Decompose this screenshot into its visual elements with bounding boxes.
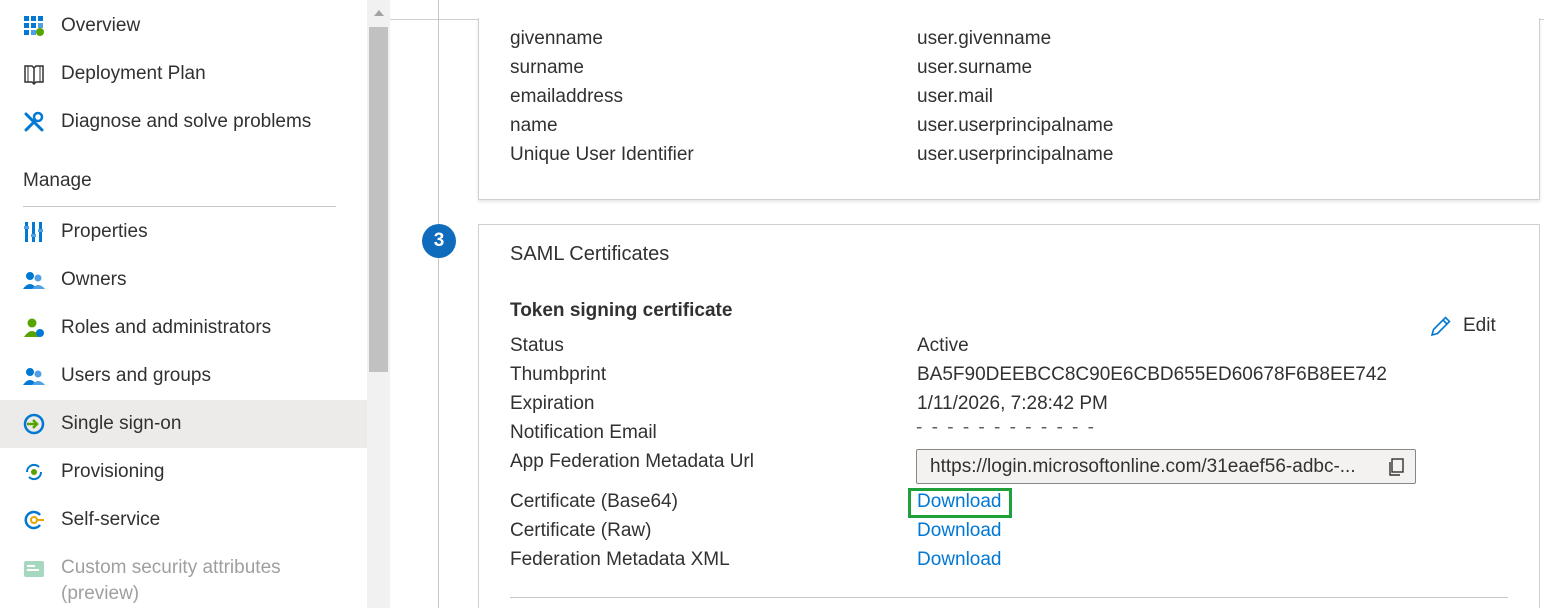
edit-label: Edit xyxy=(1463,315,1496,336)
cert-raw-label: Certificate (Raw) xyxy=(510,520,652,541)
sidebar-scrollbar[interactable] xyxy=(367,0,390,608)
sidebar-item-label: Custom security attributes (preview) xyxy=(61,557,281,604)
provisioning-icon xyxy=(25,463,43,481)
main-content: givenname user.givenname surname user.su… xyxy=(390,0,1544,608)
attribute-name: Unique User Identifier xyxy=(510,144,694,165)
users-groups-icon xyxy=(23,368,45,385)
sidebar-item-label: Single sign-on xyxy=(61,413,182,434)
sidebar-item-users-groups[interactable]: Users and groups xyxy=(0,352,367,400)
saml-certificates-card: SAML Certificates Token signing certific… xyxy=(478,224,1540,608)
sidebar: Overview Deployment Plan Diagnose and so… xyxy=(0,0,367,608)
copy-icon[interactable] xyxy=(1387,458,1405,476)
expiration-value: 1/11/2026, 7:28:42 PM xyxy=(917,393,1108,414)
sidebar-item-label: Owners xyxy=(61,269,127,290)
self-service-icon xyxy=(24,510,44,530)
metadata-url-value: https://login.microsoftonline.com/31eaef… xyxy=(930,455,1356,477)
download-cert-raw-link[interactable]: Download xyxy=(917,520,1002,542)
attribute-name: emailaddress xyxy=(510,86,623,107)
thumbprint-value: BA5F90DEEBCC8C90E6CBD655ED60678F6B8EE742 xyxy=(917,364,1387,385)
sidebar-item-properties[interactable]: Properties xyxy=(0,208,367,256)
section-heading-manage: Manage xyxy=(23,170,92,191)
sidebar-item-label: Users and groups xyxy=(61,365,211,386)
wrench-icon xyxy=(24,111,44,132)
scrollbar-thumb[interactable] xyxy=(369,27,388,372)
sidebar-item-roles[interactable]: Roles and administrators xyxy=(0,304,367,352)
attributes-claims-card: givenname user.givenname surname user.su… xyxy=(478,18,1540,200)
security-attributes-icon xyxy=(24,561,44,577)
sidebar-item-owners[interactable]: Owners xyxy=(0,256,367,304)
metadata-url-label: App Federation Metadata Url xyxy=(510,451,754,472)
notification-email-value-redacted: - - - - - - - - - - - - - - - - xyxy=(916,423,1106,431)
sso-icon xyxy=(23,413,45,435)
expiration-label: Expiration xyxy=(510,393,595,414)
metadata-url-field[interactable]: https://login.microsoftonline.com/31eaef… xyxy=(916,449,1416,484)
step-number-badge: 3 xyxy=(422,224,456,258)
pencil-icon xyxy=(1430,316,1451,337)
section-divider xyxy=(23,206,336,207)
thumbprint-label: Thumbprint xyxy=(510,364,607,385)
attribute-value: user.userprincipalname xyxy=(917,144,1114,165)
attribute-value: user.givenname xyxy=(917,28,1052,49)
status-value: Active xyxy=(917,335,969,356)
sidebar-item-label: Roles and administrators xyxy=(61,317,272,338)
cert-base64-label: Certificate (Base64) xyxy=(510,491,678,512)
attribute-name: surname xyxy=(510,57,584,78)
attribute-name: givenname xyxy=(510,28,603,49)
book-icon xyxy=(24,65,44,85)
sidebar-item-diagnose[interactable]: Diagnose and solve problems xyxy=(0,98,367,146)
status-label: Status xyxy=(510,335,564,356)
download-cert-base64-link[interactable]: Download xyxy=(917,491,1002,513)
sidebar-item-label: Overview xyxy=(61,15,141,36)
sidebar-item-self-service[interactable]: Self-service xyxy=(0,496,367,544)
notification-email-label: Notification Email xyxy=(510,422,657,443)
sidebar-item-custom-security-attributes[interactable]: Custom security attributes (preview) xyxy=(0,548,367,608)
roles-icon xyxy=(24,318,44,337)
download-fed-metadata-xml-link[interactable]: Download xyxy=(917,549,1002,571)
sidebar-item-deployment-plan[interactable]: Deployment Plan xyxy=(0,50,367,98)
owners-icon xyxy=(23,272,45,289)
fed-metadata-xml-label: Federation Metadata XML xyxy=(510,549,730,570)
section-divider xyxy=(510,597,1508,598)
attribute-value: user.surname xyxy=(917,57,1033,78)
sidebar-item-single-sign-on[interactable]: Single sign-on xyxy=(0,400,367,448)
attribute-name: name xyxy=(510,115,558,136)
sidebar-item-overview[interactable]: Overview xyxy=(0,2,367,50)
sidebar-item-label: Properties xyxy=(61,221,148,242)
edit-button[interactable]: Edit xyxy=(1429,313,1496,339)
sidebar-item-label: Self-service xyxy=(61,509,161,530)
sidebar-item-provisioning[interactable]: Provisioning xyxy=(0,448,367,496)
token-signing-heading: Token signing certificate xyxy=(510,300,733,321)
properties-icon xyxy=(24,222,43,242)
scroll-up-arrow-icon[interactable] xyxy=(367,0,390,25)
attribute-value: user.userprincipalname xyxy=(917,115,1114,136)
step-connector-line xyxy=(438,0,439,608)
card-title: SAML Certificates xyxy=(510,243,670,265)
sidebar-item-label: Deployment Plan xyxy=(61,63,206,84)
sidebar-item-label: Provisioning xyxy=(61,461,165,482)
grid-icon xyxy=(24,16,44,36)
attribute-value: user.mail xyxy=(917,86,994,107)
sidebar-item-label: Diagnose and solve problems xyxy=(61,111,312,132)
